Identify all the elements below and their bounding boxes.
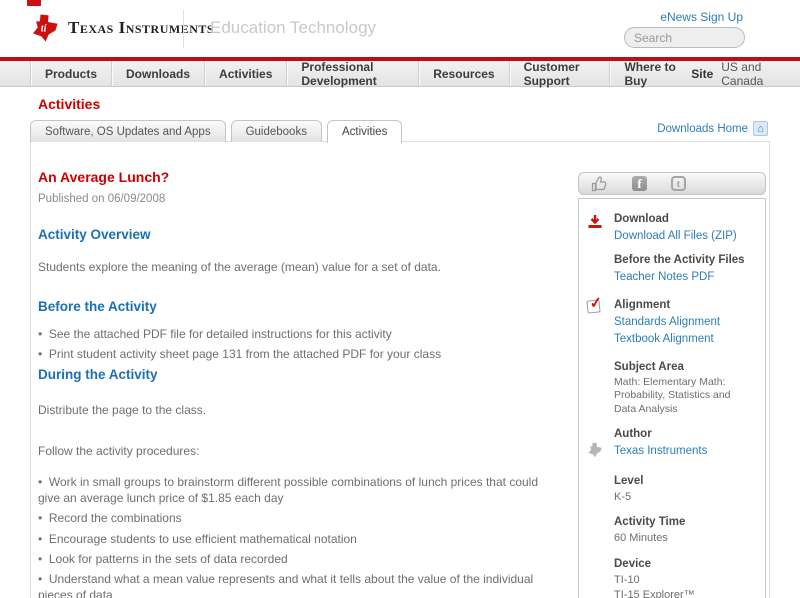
nav-item-downloads[interactable]: Downloads (111, 61, 204, 86)
nav-item-resources[interactable]: Resources (418, 61, 508, 86)
during-text-2: Follow the activity procedures: (38, 443, 200, 458)
brand-logo[interactable]: ti Texas Instruments (30, 13, 214, 43)
overview-text: Students explore the meaning of the aver… (38, 259, 441, 274)
ti-logo-icon: ti (33, 14, 58, 42)
tab-bar: Software, OS Updates and Apps Guidebooks… (30, 119, 407, 143)
device-value: TI-15 Explorer™ (614, 589, 695, 598)
device-value: TI-10 (614, 574, 640, 587)
download-section: Download Download All Files (ZIP) Before… (587, 213, 755, 287)
main-nav: Products Downloads Activities Profession… (0, 59, 800, 88)
header-divider (183, 10, 184, 48)
enews-signup-link[interactable]: eNews Sign Up (660, 10, 743, 24)
during-text-1: Distribute the page to the class. (38, 402, 207, 417)
subject-area-value: Math: Elementary Math: Probability, Stat… (614, 376, 731, 415)
nav-item-professional-development[interactable]: Professional Development (286, 60, 418, 88)
header: ti Texas Instruments Education Technolog… (0, 0, 800, 57)
list-item: See the attached PDF file for detailed i… (38, 326, 562, 342)
heading-activity-overview: Activity Overview (38, 227, 151, 243)
nav-item-products[interactable]: Products (30, 61, 111, 86)
list-item: Understand what a mean value represents … (38, 571, 562, 598)
site-label: Site (691, 66, 714, 81)
tab-guidebooks[interactable]: Guidebooks (230, 120, 322, 142)
device-section: Device TI-10 TI-15 Explorer™ (587, 558, 755, 598)
textbook-alignment-link[interactable]: Textbook Alignment (614, 331, 755, 349)
downloads-home-link[interactable]: Downloads Home (657, 123, 748, 135)
before-files-heading: Before the Activity Files (614, 253, 745, 266)
heading-before-activity: Before the Activity (38, 298, 157, 314)
standards-alignment-link[interactable]: Standards Alignment (614, 314, 755, 332)
download-heading: Download (614, 213, 669, 225)
list-item: Print student activity sheet page 131 fr… (38, 346, 562, 362)
activity-time-heading: Activity Time (614, 516, 686, 529)
activity-details-panel: Download Download All Files (ZIP) Before… (578, 198, 766, 598)
article-title: An Average Lunch? (38, 169, 170, 185)
site-value: US and Canada (721, 59, 764, 88)
brand-name: Texas Instruments (68, 18, 215, 37)
list-item: Work in small groups to brainstorm diffe… (38, 474, 562, 506)
activity-time-section: Activity Time 60 Minutes (587, 516, 755, 546)
nav-item-customer-support[interactable]: Customer Support (508, 60, 610, 88)
tab-activities[interactable]: Activities (326, 120, 403, 143)
list-item: Look for patterns in the sets of data re… (38, 551, 562, 567)
author-ti-icon (587, 428, 614, 463)
facebook-icon[interactable]: f (632, 176, 647, 191)
search-input[interactable] (625, 28, 744, 47)
level-heading: Level (614, 474, 644, 487)
device-heading: Device (614, 558, 652, 571)
corner-marker (27, 0, 41, 6)
home-icon[interactable]: ⌂ (753, 121, 768, 136)
search-bar: » (624, 27, 745, 48)
author-section: Author Texas Instruments (587, 428, 755, 463)
nav-item-activities[interactable]: Activities (204, 61, 286, 86)
teacher-notes-link[interactable]: Teacher Notes PDF (614, 269, 755, 287)
downloads-home: Downloads Home ⌂ (657, 121, 768, 136)
svg-text:ti: ti (41, 24, 47, 35)
twitter-icon[interactable]: t (671, 176, 686, 191)
list-item: Record the combinations (38, 510, 562, 526)
download-all-files-link[interactable]: Download All Files (ZIP) (614, 228, 755, 246)
social-bar: f t (578, 172, 766, 195)
author-heading: Author (614, 427, 652, 440)
level-section: Level K-5 (587, 475, 755, 505)
site-selector[interactable]: Site US and Canada (691, 59, 770, 88)
level-value: K-5 (614, 490, 632, 503)
alignment-heading: Alignment (614, 298, 671, 311)
author-link[interactable]: Texas Instruments (614, 443, 755, 461)
page-title: Activities (38, 96, 101, 112)
article: An Average Lunch? Published on 06/09/200… (38, 168, 562, 598)
heading-during-activity: During the Activity (38, 367, 158, 383)
activity-time-value: 60 Minutes (614, 532, 668, 545)
division-title: Education Technology (210, 18, 377, 37)
published-date: Published on 06/09/2008 (38, 192, 166, 205)
alignment-check-icon (586, 298, 614, 350)
during-activity-list: Work in small groups to brainstorm diffe… (38, 474, 562, 598)
alignment-section: Alignment Standards Alignment Textbook A… (586, 298, 755, 350)
subject-area-heading: Subject Area (614, 361, 684, 374)
sidebar: f t Download Download All Files (ZIP) Be… (578, 172, 766, 598)
before-activity-list: See the attached PDF file for detailed i… (38, 326, 562, 362)
nav-item-where-to-buy[interactable]: Where to Buy (609, 60, 691, 88)
like-icon[interactable] (591, 175, 608, 192)
subject-area-section: Subject Area Math: Elementary Math: Prob… (587, 361, 755, 415)
tab-software-os-updates[interactable]: Software, OS Updates and Apps (30, 120, 226, 142)
list-item: Encourage students to use efficient math… (38, 531, 562, 547)
download-icon (587, 213, 614, 287)
